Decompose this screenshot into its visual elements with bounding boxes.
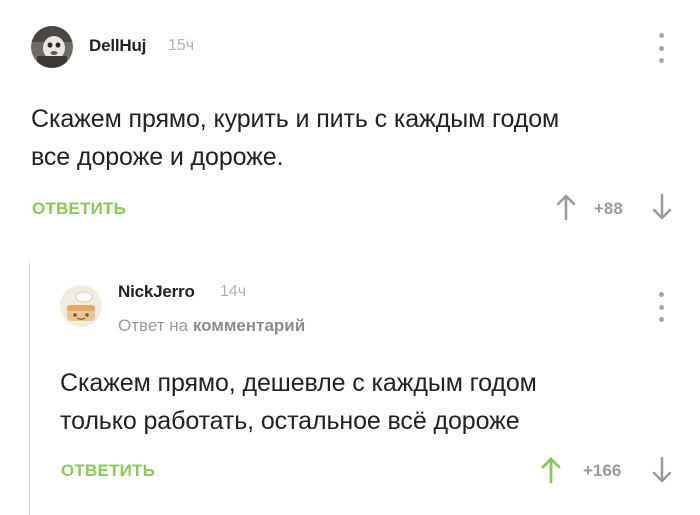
more-vertical-icon[interactable] [653, 292, 669, 322]
reply-to-prefix: Ответ на [118, 316, 189, 335]
upvote-arrow-icon[interactable] [541, 456, 561, 484]
avatar-nickjerro[interactable] [60, 285, 102, 327]
rating-value: +88 [594, 199, 623, 218]
reply-to-link[interactable]: комментарий [193, 316, 305, 335]
comment-text-line: Скажем прямо, дешевле с каждым годом [60, 369, 537, 397]
thread-line [29, 262, 30, 515]
reply-button[interactable]: ОТВЕТИТЬ [32, 199, 126, 219]
comment-text-line: все дороже и дороже. [31, 143, 284, 171]
rating-value: +166 [583, 461, 622, 480]
comment-text-line: только работать, остальное всё дороже [60, 407, 520, 435]
comment-text-line: Скажем прямо, курить и пить с каждым год… [31, 105, 560, 133]
reply-button[interactable]: ОТВЕТИТЬ [61, 461, 155, 481]
avatar-dellhuj[interactable] [31, 26, 73, 68]
comment-text: Скажем прямо, курить и пить с каждым год… [31, 100, 671, 176]
author-name[interactable]: NickJerro [118, 282, 195, 302]
comment-time: 15ч [168, 37, 195, 54]
more-vertical-icon[interactable] [653, 33, 669, 63]
downvote-arrow-icon[interactable] [652, 193, 672, 221]
reply-to-label: Ответ на комментарий [118, 316, 305, 336]
downvote-arrow-icon[interactable] [652, 456, 672, 484]
comment-text: Скажем прямо, дешевле с каждым годом тол… [60, 364, 680, 440]
author-name[interactable]: DellHuj [89, 36, 146, 56]
comment-time: 14ч [220, 283, 247, 300]
upvote-arrow-icon[interactable] [556, 193, 576, 221]
